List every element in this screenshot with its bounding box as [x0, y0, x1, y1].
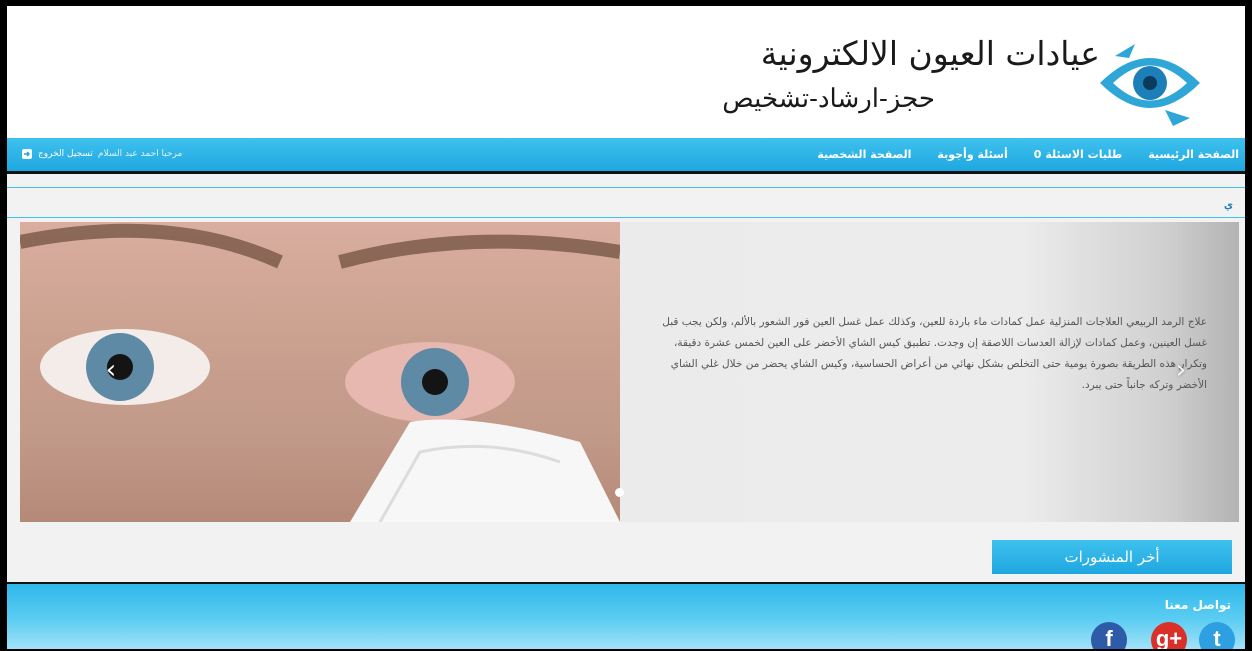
logout-link[interactable]: تسجيل الخروج	[38, 149, 93, 159]
page-frame: عيادات العيون الالكترونية حجز-ارشاد-تشخي…	[7, 6, 1245, 649]
latest-posts-button[interactable]: أخر المنشورات	[992, 540, 1232, 574]
chevron-right-icon[interactable]: ›	[1168, 355, 1194, 385]
slider-dot[interactable]	[615, 488, 624, 497]
breadcrumb: ي	[1223, 200, 1233, 211]
welcome-text: مرحبا احمد عبد السلام	[97, 149, 183, 159]
site-title: عيادات العيون الالكترونية	[760, 34, 1100, 73]
google-plus-glyph: g+	[1155, 626, 1183, 649]
site-footer: تواصل معنا t g+ f	[7, 582, 1245, 649]
main-navbar: الصفحة الرئيسية طلبات الاسئلة0 أسئلة وأج…	[7, 138, 1245, 174]
question-count-badge: 0	[1033, 148, 1042, 161]
slide-caption-panel: علاج الرمد الربيعي العلاجات المنزلية عمل…	[620, 222, 1239, 522]
google-plus-icon[interactable]: g+	[1151, 622, 1187, 649]
divider-top	[7, 187, 1245, 188]
twitter-glyph: t	[1213, 626, 1221, 649]
site-subtitle: حجز-ارشاد-تشخيص	[722, 84, 935, 114]
contact-title: تواصل معنا	[1164, 598, 1231, 612]
eye-logo-icon	[1100, 44, 1200, 126]
twitter-icon[interactable]: t	[1199, 622, 1235, 649]
nav-profile[interactable]: الصفحة الشخصية	[817, 148, 911, 161]
image-slider: علاج الرمد الربيعي العلاجات المنزلية عمل…	[20, 222, 1239, 522]
nav-links: الصفحة الرئيسية طلبات الاسئلة0 أسئلة وأج…	[791, 148, 1239, 161]
nav-home[interactable]: الصفحة الرئيسية	[1148, 148, 1239, 161]
chevron-left-icon[interactable]: ‹	[98, 355, 124, 385]
user-area: مرحبا احمد عبد السلام تسجيل الخروج	[21, 148, 182, 160]
facebook-glyph: f	[1105, 626, 1113, 649]
facebook-icon[interactable]: f	[1091, 622, 1127, 649]
site-header: عيادات العيون الالكترونية حجز-ارشاد-تشخي…	[7, 6, 1245, 138]
nav-question-requests-label: طلبات الاسئلة	[1045, 148, 1123, 161]
nav-faq[interactable]: أسئلة وأجوبة	[937, 148, 1007, 161]
divider-bottom	[7, 217, 1245, 218]
nav-question-requests[interactable]: طلبات الاسئلة0	[1034, 148, 1122, 161]
sign-out-icon[interactable]	[21, 148, 33, 160]
slide-caption: علاج الرمد الربيعي العلاجات المنزلية عمل…	[662, 316, 1207, 391]
